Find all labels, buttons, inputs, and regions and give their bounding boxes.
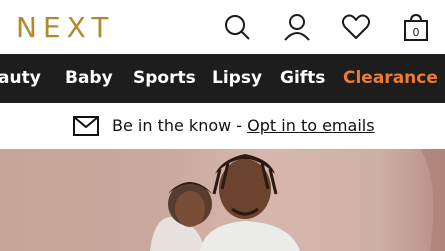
hero-image[interactable] bbox=[0, 149, 445, 251]
nav-item-lipsy[interactable]: Lipsy bbox=[212, 66, 262, 90]
search-icon[interactable] bbox=[222, 12, 252, 42]
nav-item-gifts[interactable]: Gifts bbox=[280, 66, 325, 90]
hero-photo-couple bbox=[150, 149, 445, 251]
account-icon[interactable] bbox=[282, 12, 312, 42]
next-logo[interactable]: NEXT bbox=[16, 11, 114, 45]
promo-text: Be in the know - Opt in to emails bbox=[112, 115, 375, 137]
category-nav: auty Baby Sports Lipsy Gifts Clearance bbox=[0, 54, 445, 103]
email-promo-banner: Be in the know - Opt in to emails bbox=[0, 103, 445, 149]
nav-item-beauty[interactable]: auty bbox=[0, 66, 41, 90]
favourites-icon[interactable] bbox=[341, 12, 371, 42]
site-header: NEXT 0 bbox=[0, 0, 445, 54]
envelope-icon bbox=[73, 116, 99, 136]
bag-icon[interactable]: 0 bbox=[401, 12, 431, 42]
nav-item-clearance[interactable]: Clearance bbox=[343, 66, 438, 90]
nav-item-baby[interactable]: Baby bbox=[65, 66, 113, 90]
nav-item-sports[interactable]: Sports bbox=[133, 66, 196, 90]
opt-in-link[interactable]: Opt in to emails bbox=[247, 116, 374, 135]
bag-count: 0 bbox=[413, 26, 420, 39]
promo-message: Be in the know - bbox=[112, 116, 248, 135]
